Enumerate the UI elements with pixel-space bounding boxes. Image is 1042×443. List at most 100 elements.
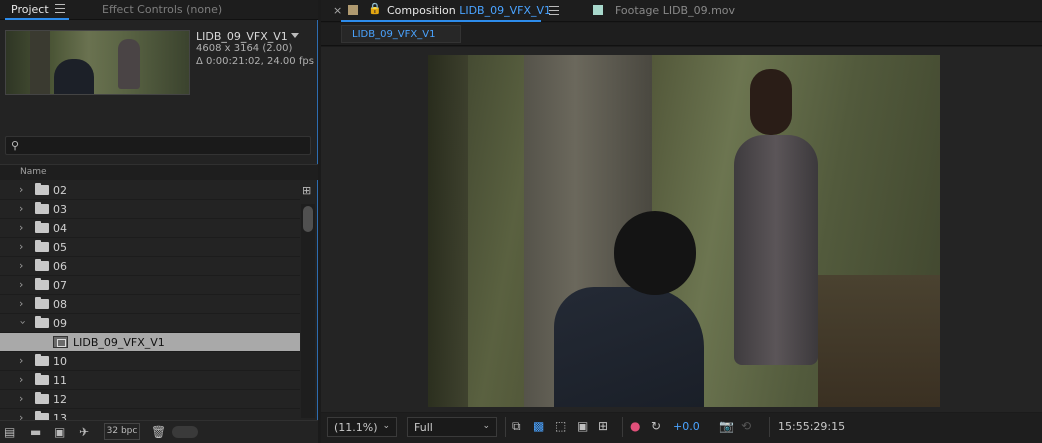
- list-item[interactable]: › 04: [0, 219, 300, 238]
- trash-icon[interactable]: 🗑: [151, 425, 166, 439]
- list-item[interactable]: › 07: [0, 276, 300, 295]
- folder-icon: [35, 202, 49, 214]
- tab-footage[interactable]: Footage LIDB_09.mov: [615, 4, 735, 17]
- list-scrollbar[interactable]: [301, 204, 315, 418]
- close-icon[interactable]: ×: [333, 4, 342, 17]
- list-item[interactable]: › 02: [0, 181, 300, 200]
- label-color-swatch[interactable]: [348, 5, 358, 15]
- search-input[interactable]: ⚲: [5, 136, 311, 155]
- exposure-value[interactable]: +0.0: [673, 420, 700, 433]
- fast-previews-icon[interactable]: ⧉: [512, 419, 521, 434]
- list-item[interactable]: › 11: [0, 371, 300, 390]
- item-label: 10: [53, 355, 67, 368]
- scene-figure-girl: [734, 135, 818, 365]
- chevron-down-icon: ⌄: [482, 421, 490, 431]
- chevron-right-icon[interactable]: ›: [19, 259, 23, 272]
- project-item-list: › 02 › 03 › 04 › 05 › 06 › 07 › 08 › 09 …: [0, 181, 300, 421]
- lock-icon[interactable]: 🔒: [368, 2, 382, 15]
- scrollbar-thumb[interactable]: [303, 206, 313, 232]
- resolution-dropdown[interactable]: Full ⌄: [407, 417, 497, 437]
- list-item[interactable]: › 09: [0, 314, 300, 333]
- scene-tree: [428, 55, 468, 407]
- list-item[interactable]: › 08: [0, 295, 300, 314]
- chevron-right-icon[interactable]: ›: [19, 278, 23, 291]
- folder-icon: [35, 297, 49, 309]
- viewer-toolbar: (11.1%) ⌄ Full ⌄ ⧉ ▩ ⬚ ▣ ⊞ ● ↻ +0.0 📷 ⟲ …: [321, 413, 1042, 443]
- camera-icon[interactable]: 📷: [719, 419, 734, 433]
- chevron-right-icon[interactable]: ›: [19, 354, 23, 367]
- thumbnail-size-slider[interactable]: [172, 426, 198, 438]
- interpret-footage-icon[interactable]: ▤: [4, 425, 15, 439]
- transparency-grid-icon[interactable]: ▩: [533, 419, 544, 433]
- item-label: 11: [53, 374, 67, 387]
- list-item[interactable]: › 12: [0, 390, 300, 409]
- preview-duration: Δ 0:00:21:02, 24.00 fps: [196, 56, 314, 67]
- thumbnail-tree: [30, 31, 50, 94]
- bit-depth-button[interactable]: 32 bpc: [104, 423, 140, 440]
- chevron-right-icon[interactable]: ›: [19, 183, 23, 196]
- folder-icon: [35, 392, 49, 404]
- resolution-value: Full: [414, 421, 433, 434]
- preview-item-name: LIDB_09_VFX_V1: [196, 30, 288, 43]
- tab-project[interactable]: Project: [11, 3, 49, 16]
- item-label: 09: [53, 317, 67, 330]
- zoom-value: (11.1%): [334, 421, 378, 434]
- left-tab-bar: Project Effect Controls (none): [0, 0, 318, 20]
- color-management-icon[interactable]: ↻: [651, 419, 661, 433]
- panel-menu-icon[interactable]: [549, 6, 559, 15]
- list-item[interactable]: › 10: [0, 352, 300, 371]
- comp-navigator-bar: LIDB_09_VFX_V1: [321, 23, 1042, 46]
- channels-icon[interactable]: ●: [630, 419, 640, 433]
- toolbar-divider: [622, 417, 623, 437]
- video-frame[interactable]: [428, 55, 940, 407]
- composition-panel: × 🔒 Composition LIDB_09_VFX_V1 Footage L…: [321, 0, 1042, 443]
- active-tab-indicator: [5, 18, 69, 20]
- scene-figure-head: [750, 69, 792, 135]
- chevron-right-icon[interactable]: ›: [19, 373, 23, 386]
- chevron-right-icon[interactable]: ›: [19, 392, 23, 405]
- chevron-right-icon[interactable]: ›: [19, 221, 23, 234]
- new-folder-icon[interactable]: ▬: [30, 425, 41, 439]
- composition-viewer[interactable]: [321, 47, 1042, 412]
- folder-icon: [35, 259, 49, 271]
- label-color-swatch[interactable]: [593, 5, 603, 15]
- item-label: 02: [53, 184, 67, 197]
- item-label: 08: [53, 298, 67, 311]
- preview-dropdown-icon[interactable]: [291, 33, 299, 38]
- column-header-name[interactable]: Name: [20, 167, 47, 177]
- tab-composition[interactable]: Composition LIDB_09_VFX_V1: [387, 4, 551, 17]
- list-item[interactable]: › 05: [0, 238, 300, 257]
- folder-icon: [35, 221, 49, 233]
- list-item-selected[interactable]: LIDB_09_VFX_V1: [0, 333, 300, 352]
- folder-icon: [35, 316, 49, 328]
- show-snapshot-icon[interactable]: ⟲: [741, 419, 751, 433]
- scene-ground: [818, 275, 940, 407]
- folder-icon: [35, 183, 49, 195]
- toolbar-divider: [505, 417, 506, 437]
- folder-icon: [35, 354, 49, 366]
- grid-guides-icon[interactable]: ⊞: [598, 419, 608, 433]
- project-panel: Project Effect Controls (none) LIDB_09_V…: [0, 0, 318, 443]
- current-time-display[interactable]: 15:55:29:15: [769, 417, 869, 437]
- item-label: 04: [53, 222, 67, 235]
- list-item[interactable]: › 03: [0, 200, 300, 219]
- chevron-down-icon[interactable]: ›: [17, 320, 30, 324]
- chevron-right-icon[interactable]: ›: [19, 202, 23, 215]
- comp-subtab[interactable]: LIDB_09_VFX_V1: [341, 25, 461, 43]
- list-item[interactable]: › 06: [0, 257, 300, 276]
- region-of-interest-icon[interactable]: ▣: [577, 419, 588, 433]
- chevron-right-icon[interactable]: ›: [19, 240, 23, 253]
- adobe-dynamic-link-icon[interactable]: ✈: [79, 425, 89, 439]
- new-composition-icon[interactable]: ▣: [54, 425, 65, 439]
- comp-tab-bar: × 🔒 Composition LIDB_09_VFX_V1 Footage L…: [321, 0, 1042, 22]
- item-label: 06: [53, 260, 67, 273]
- flowchart-icon[interactable]: ⊞: [302, 184, 311, 197]
- search-icon[interactable]: ⚲: [11, 139, 19, 152]
- panel-menu-icon[interactable]: [55, 4, 65, 13]
- mask-visibility-icon[interactable]: ⬚: [555, 419, 566, 433]
- tab-effect-controls[interactable]: Effect Controls (none): [102, 3, 222, 16]
- tab-comp-name: LIDB_09_VFX_V1: [459, 4, 552, 17]
- zoom-dropdown[interactable]: (11.1%) ⌄: [327, 417, 397, 437]
- folder-icon: [35, 240, 49, 252]
- chevron-right-icon[interactable]: ›: [19, 297, 23, 310]
